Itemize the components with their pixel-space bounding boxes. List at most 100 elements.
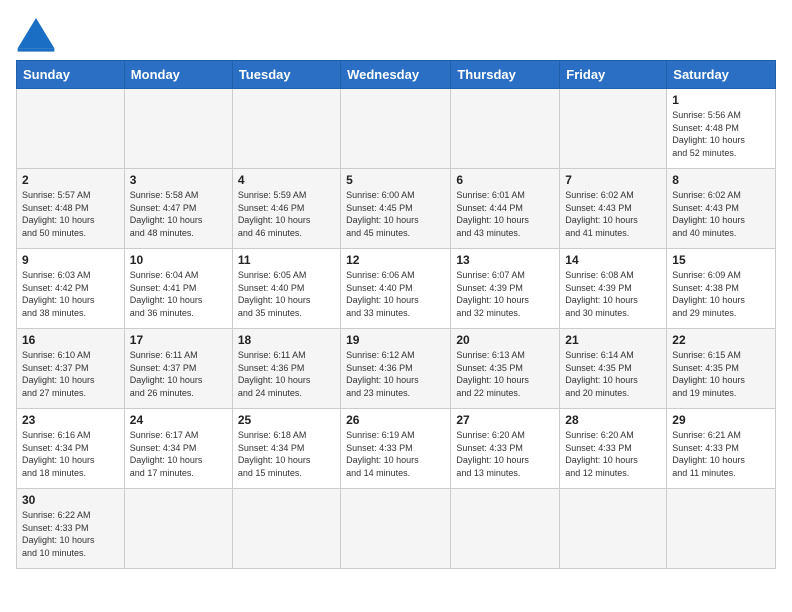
calendar-cell: 20 Sunrise: 6:13 AM Sunset: 4:35 PM Dayli… [451, 329, 560, 409]
day-number: 5 [346, 173, 445, 187]
calendar-cell: 28Sunrise: 6:20 AM Sunset: 4:33 PM Dayli… [560, 409, 667, 489]
day-number: 4 [238, 173, 335, 187]
calendar-cell: 30Sunrise: 6:22 AM Sunset: 4:33 PM Dayli… [17, 489, 125, 569]
calendar-cell: 2Sunrise: 5:57 AM Sunset: 4:48 PM Daylig… [17, 169, 125, 249]
calendar-cell: 11Sunrise: 6:05 AM Sunset: 4:40 PM Dayli… [232, 249, 340, 329]
calendar-week-4: 23 Sunrise: 6:16 AM Sunset: 4:34 PM Dayli… [17, 409, 776, 489]
day-info: Sunrise: 6:13 AM Sunset: 4:35 PM Dayligh… [456, 349, 554, 399]
day-number: 22 [672, 333, 770, 347]
day-number: 15 [672, 253, 770, 267]
calendar-cell [17, 89, 125, 169]
calendar-cell: 9 Sunrise: 6:03 AM Sunset: 4:42 PM Daylig… [17, 249, 125, 329]
day-info: Sunrise: 6:10 AM Sunset: 4:37 PM Dayligh… [22, 349, 119, 399]
day-info: Sunrise: 6:15 AM Sunset: 4:35 PM Dayligh… [672, 349, 770, 399]
calendar-cell [124, 89, 232, 169]
calendar-cell [667, 489, 776, 569]
calendar-cell: 18Sunrise: 6:11 AM Sunset: 4:36 PM Dayli… [232, 329, 340, 409]
day-number: 25 [238, 413, 335, 427]
calendar-cell: 3 Sunrise: 5:58 AM Sunset: 4:47 PM Daylig… [124, 169, 232, 249]
day-info: Sunrise: 6:11 AM Sunset: 4:36 PM Dayligh… [238, 349, 335, 399]
logo-icon [16, 16, 56, 52]
calendar-cell: 13 Sunrise: 6:07 AM Sunset: 4:39 PM Dayli… [451, 249, 560, 329]
calendar-cell [232, 89, 340, 169]
calendar-cell: 4 Sunrise: 5:59 AM Sunset: 4:46 PM Daylig… [232, 169, 340, 249]
day-info: Sunrise: 6:03 AM Sunset: 4:42 PM Dayligh… [22, 269, 119, 319]
day-info: Sunrise: 6:19 AM Sunset: 4:33 PM Dayligh… [346, 429, 445, 479]
day-info: Sunrise: 6:02 AM Sunset: 4:43 PM Dayligh… [672, 189, 770, 239]
calendar-cell [451, 489, 560, 569]
calendar-cell: 15 Sunrise: 6:09 AM Sunset: 4:38 PM Dayli… [667, 249, 776, 329]
day-number: 16 [22, 333, 119, 347]
calendar-cell: 25 Sunrise: 6:18 AM Sunset: 4:34 PM Dayli… [232, 409, 340, 489]
day-info: Sunrise: 6:01 AM Sunset: 4:44 PM Dayligh… [456, 189, 554, 239]
day-info: Sunrise: 6:20 AM Sunset: 4:33 PM Dayligh… [565, 429, 661, 479]
day-number: 19 [346, 333, 445, 347]
day-info: Sunrise: 6:21 AM Sunset: 4:33 PM Dayligh… [672, 429, 770, 479]
day-number: 10 [130, 253, 227, 267]
day-number: 20 [456, 333, 554, 347]
calendar-cell [124, 489, 232, 569]
day-number: 6 [456, 173, 554, 187]
day-number: 1 [672, 93, 770, 107]
calendar-week-0: 1 Sunrise: 5:56 AM Sunset: 4:48 PM Daylig… [17, 89, 776, 169]
weekday-header-thursday: Thursday [451, 61, 560, 89]
weekday-header-saturday: Saturday [667, 61, 776, 89]
day-info: Sunrise: 6:04 AM Sunset: 4:41 PM Dayligh… [130, 269, 227, 319]
logo [16, 16, 60, 52]
day-number: 9 [22, 253, 119, 267]
weekday-header-monday: Monday [124, 61, 232, 89]
day-number: 8 [672, 173, 770, 187]
weekday-header-sunday: Sunday [17, 61, 125, 89]
calendar-cell: 19Sunrise: 6:12 AM Sunset: 4:36 PM Dayli… [341, 329, 451, 409]
day-number: 13 [456, 253, 554, 267]
calendar-cell: 17Sunrise: 6:11 AM Sunset: 4:37 PM Dayli… [124, 329, 232, 409]
calendar-cell: 12Sunrise: 6:06 AM Sunset: 4:40 PM Dayli… [341, 249, 451, 329]
day-number: 23 [22, 413, 119, 427]
calendar-cell [560, 489, 667, 569]
weekday-header-tuesday: Tuesday [232, 61, 340, 89]
day-number: 27 [456, 413, 554, 427]
day-info: Sunrise: 6:20 AM Sunset: 4:33 PM Dayligh… [456, 429, 554, 479]
header [16, 16, 776, 52]
calendar-cell: 1 Sunrise: 5:56 AM Sunset: 4:48 PM Daylig… [667, 89, 776, 169]
day-number: 3 [130, 173, 227, 187]
calendar-week-3: 16 Sunrise: 6:10 AM Sunset: 4:37 PM Dayli… [17, 329, 776, 409]
day-number: 2 [22, 173, 119, 187]
day-info: Sunrise: 6:00 AM Sunset: 4:45 PM Dayligh… [346, 189, 445, 239]
calendar-cell: 26 Sunrise: 6:19 AM Sunset: 4:33 PM Dayli… [341, 409, 451, 489]
calendar-container: SundayMondayTuesdayWednesdayThursdayFrid… [0, 0, 792, 612]
day-info: Sunrise: 5:59 AM Sunset: 4:46 PM Dayligh… [238, 189, 335, 239]
day-info: Sunrise: 6:08 AM Sunset: 4:39 PM Dayligh… [565, 269, 661, 319]
calendar-cell: 8 Sunrise: 6:02 AM Sunset: 4:43 PM Daylig… [667, 169, 776, 249]
day-info: Sunrise: 5:56 AM Sunset: 4:48 PM Dayligh… [672, 109, 770, 159]
calendar-cell [341, 89, 451, 169]
calendar-cell: 5 Sunrise: 6:00 AM Sunset: 4:45 PM Daylig… [341, 169, 451, 249]
day-info: Sunrise: 6:16 AM Sunset: 4:34 PM Dayligh… [22, 429, 119, 479]
calendar-week-1: 2Sunrise: 5:57 AM Sunset: 4:48 PM Daylig… [17, 169, 776, 249]
day-number: 29 [672, 413, 770, 427]
day-number: 21 [565, 333, 661, 347]
day-info: Sunrise: 5:58 AM Sunset: 4:47 PM Dayligh… [130, 189, 227, 239]
day-number: 14 [565, 253, 661, 267]
weekday-header-wednesday: Wednesday [341, 61, 451, 89]
calendar-cell [560, 89, 667, 169]
day-info: Sunrise: 6:07 AM Sunset: 4:39 PM Dayligh… [456, 269, 554, 319]
calendar-table: SundayMondayTuesdayWednesdayThursdayFrid… [16, 60, 776, 569]
weekday-header-friday: Friday [560, 61, 667, 89]
calendar-cell: 10 Sunrise: 6:04 AM Sunset: 4:41 PM Dayli… [124, 249, 232, 329]
day-info: Sunrise: 6:09 AM Sunset: 4:38 PM Dayligh… [672, 269, 770, 319]
day-info: Sunrise: 6:06 AM Sunset: 4:40 PM Dayligh… [346, 269, 445, 319]
day-number: 11 [238, 253, 335, 267]
day-number: 17 [130, 333, 227, 347]
day-number: 24 [130, 413, 227, 427]
calendar-cell: 22 Sunrise: 6:15 AM Sunset: 4:35 PM Dayli… [667, 329, 776, 409]
calendar-cell [451, 89, 560, 169]
calendar-cell: 27 Sunrise: 6:20 AM Sunset: 4:33 PM Dayli… [451, 409, 560, 489]
calendar-week-5: 30Sunrise: 6:22 AM Sunset: 4:33 PM Dayli… [17, 489, 776, 569]
calendar-cell: 6 Sunrise: 6:01 AM Sunset: 4:44 PM Daylig… [451, 169, 560, 249]
calendar-cell: 23 Sunrise: 6:16 AM Sunset: 4:34 PM Dayli… [17, 409, 125, 489]
calendar-cell: 16 Sunrise: 6:10 AM Sunset: 4:37 PM Dayli… [17, 329, 125, 409]
day-number: 26 [346, 413, 445, 427]
calendar-cell: 24Sunrise: 6:17 AM Sunset: 4:34 PM Dayli… [124, 409, 232, 489]
day-info: Sunrise: 6:18 AM Sunset: 4:34 PM Dayligh… [238, 429, 335, 479]
